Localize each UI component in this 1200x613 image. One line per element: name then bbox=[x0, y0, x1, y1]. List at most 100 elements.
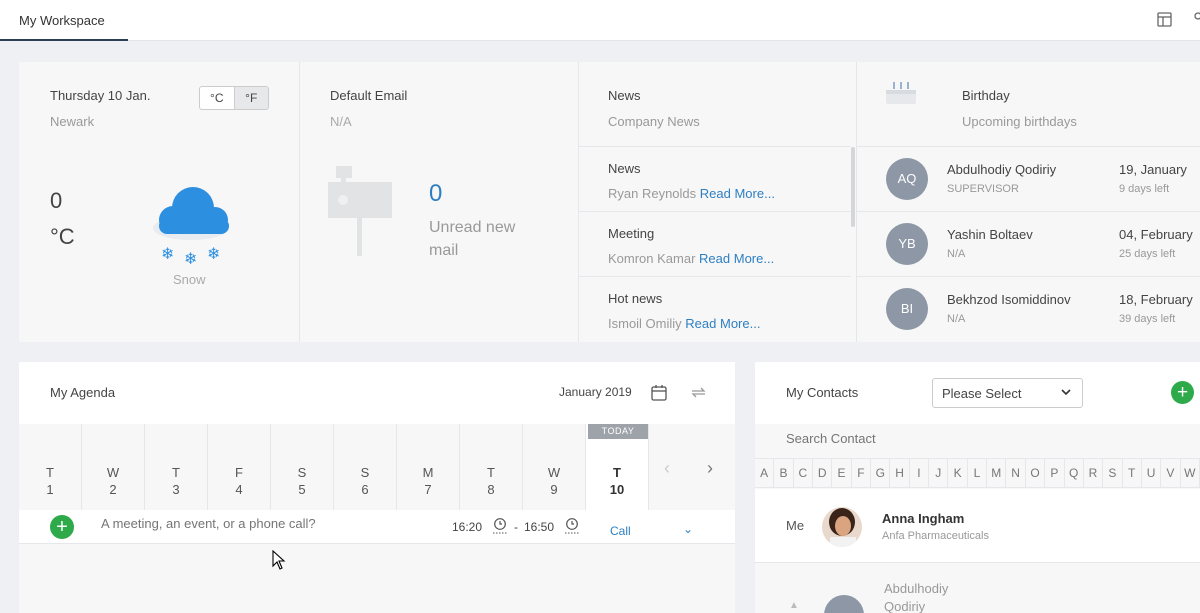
select-value: Please Select bbox=[942, 386, 1022, 401]
day-cell[interactable]: W2 bbox=[82, 424, 145, 510]
email-address: N/A bbox=[330, 114, 352, 129]
contacts-widget: My Contacts Please Select + A B C D E F … bbox=[755, 362, 1200, 613]
birthday-row[interactable]: AQ Abdulhodiy Qodiriy SUPERVISOR 19, Jan… bbox=[857, 146, 1200, 211]
agenda-month: January 2019 bbox=[559, 385, 632, 399]
agenda-widget: My Agenda January 2019 T1 W2 T3 F4 S5 S6… bbox=[19, 362, 735, 613]
read-more-link[interactable]: Read More... bbox=[685, 316, 760, 331]
contact-row-me[interactable]: Me Anna Ingham Anfa Pharmaceuticals bbox=[755, 489, 1200, 563]
letter-filter[interactable]: G bbox=[871, 459, 891, 487]
fahrenheit-button[interactable]: °F bbox=[233, 87, 268, 109]
news-item: News Ryan Reynolds Read More... bbox=[579, 146, 851, 211]
letter-filter[interactable]: M bbox=[987, 459, 1007, 487]
letter-filter[interactable]: R bbox=[1084, 459, 1104, 487]
end-time[interactable]: 16:50 bbox=[524, 520, 554, 534]
letter-filter[interactable]: C bbox=[794, 459, 814, 487]
days-left: 39 days left bbox=[1119, 313, 1176, 325]
letter-filter[interactable]: P bbox=[1045, 459, 1065, 487]
letter-filter[interactable]: K bbox=[948, 459, 968, 487]
day-cell[interactable]: W9 bbox=[523, 424, 586, 510]
contact-row[interactable]: ▲ Abdulhodiy Qodiriy bbox=[755, 564, 1200, 613]
contact-name: Anna Ingham bbox=[882, 511, 965, 526]
weather-condition: Snow bbox=[173, 272, 206, 287]
day-cell[interactable]: T3 bbox=[145, 424, 208, 510]
unread-mail-count[interactable]: 0 bbox=[429, 180, 442, 208]
contacts-header: My Contacts Please Select + bbox=[755, 362, 1200, 424]
letter-filter[interactable]: E bbox=[832, 459, 852, 487]
person-role: SUPERVISOR bbox=[947, 183, 1019, 195]
birthday-widget: Birthday Upcoming birthdays AQ Abdulhodi… bbox=[857, 62, 1200, 342]
day-cell[interactable]: T1 bbox=[19, 424, 82, 510]
day-cell[interactable]: S6 bbox=[334, 424, 397, 510]
refresh-icon[interactable] bbox=[690, 385, 707, 403]
day-cell[interactable]: F4 bbox=[208, 424, 271, 510]
tab-my-workspace[interactable]: My Workspace bbox=[0, 0, 128, 41]
letter-filter[interactable]: V bbox=[1161, 459, 1181, 487]
news-subtitle: Company News bbox=[608, 114, 700, 129]
start-time[interactable]: 16:20 bbox=[452, 520, 482, 534]
contacts-title: My Contacts bbox=[786, 385, 859, 400]
news-title: News bbox=[608, 88, 641, 103]
day-cell[interactable]: S5 bbox=[271, 424, 334, 510]
svg-text:❄: ❄ bbox=[161, 244, 174, 263]
quick-add-row: + 16:20 - 16:50 Call ⌄ bbox=[19, 510, 735, 544]
calendar-icon[interactable] bbox=[651, 384, 667, 404]
person-name: Yashin Boltaev bbox=[947, 227, 1033, 242]
day-cell[interactable]: T8 bbox=[460, 424, 523, 510]
letter-filter[interactable]: H bbox=[890, 459, 910, 487]
letter-filter[interactable]: W bbox=[1181, 459, 1200, 487]
birthday-cake-icon bbox=[885, 78, 917, 106]
letter-filter[interactable]: T bbox=[1123, 459, 1142, 487]
letter-filter[interactable]: A bbox=[755, 459, 775, 487]
alphabet-filter: A B C D E F G H I J K L M N O P Q R S T … bbox=[755, 458, 1200, 488]
news-item: Meeting Komron Kamar Read More... bbox=[579, 211, 851, 276]
news-scrollbar[interactable] bbox=[851, 147, 855, 227]
birthday-row[interactable]: YB Yashin Boltaev N/A 04, February 25 da… bbox=[857, 211, 1200, 276]
news-author: Ismoil Omiliy bbox=[608, 316, 682, 331]
event-input[interactable] bbox=[101, 516, 421, 531]
celsius-button[interactable]: °C bbox=[200, 87, 234, 109]
chevron-right-icon[interactable]: › bbox=[707, 458, 713, 479]
contact-group-select[interactable]: Please Select bbox=[932, 378, 1083, 408]
read-more-link[interactable]: Read More... bbox=[699, 251, 774, 266]
letter-filter[interactable]: S bbox=[1103, 459, 1123, 487]
user-icon[interactable] bbox=[1194, 12, 1200, 30]
avatar: YB bbox=[886, 223, 928, 265]
read-more-link[interactable]: Read More... bbox=[700, 186, 775, 201]
mouse-cursor-icon bbox=[272, 549, 286, 574]
letter-filter[interactable]: U bbox=[1142, 459, 1162, 487]
letter-filter[interactable]: D bbox=[813, 459, 833, 487]
person-role: N/A bbox=[947, 313, 966, 325]
birthday-date: 19, January bbox=[1119, 162, 1187, 177]
event-type-select[interactable]: Call bbox=[610, 524, 631, 538]
time-separator: - bbox=[514, 520, 518, 534]
search-contact-input[interactable] bbox=[786, 431, 1086, 446]
letter-filter[interactable]: I bbox=[910, 459, 930, 487]
agenda-header: My Agenda January 2019 bbox=[19, 362, 735, 424]
day-cell[interactable]: M7 bbox=[397, 424, 460, 510]
weather-city: Newark bbox=[50, 114, 95, 129]
letter-filter[interactable]: Q bbox=[1065, 459, 1084, 487]
email-title: Default Email bbox=[330, 88, 408, 103]
letter-filter[interactable]: B bbox=[774, 459, 794, 487]
letter-filter[interactable]: L bbox=[968, 459, 988, 487]
clock-icon[interactable] bbox=[565, 518, 579, 537]
birthday-date: 18, February bbox=[1119, 292, 1193, 307]
add-event-button[interactable]: + bbox=[50, 515, 74, 539]
contact-company: Anfa Pharmaceuticals bbox=[882, 530, 989, 542]
clock-icon[interactable] bbox=[493, 518, 507, 537]
chevron-down-icon[interactable]: ⌄ bbox=[683, 522, 693, 536]
chevron-left-icon[interactable]: ‹ bbox=[664, 458, 670, 479]
layout-icon[interactable] bbox=[1157, 12, 1172, 30]
letter-filter[interactable]: F bbox=[852, 459, 872, 487]
caret-up-icon: ▲ bbox=[789, 600, 799, 611]
letter-filter[interactable]: N bbox=[1006, 459, 1026, 487]
add-contact-button[interactable]: + bbox=[1171, 381, 1194, 404]
avatar: AQ bbox=[886, 158, 928, 200]
letter-filter[interactable]: O bbox=[1026, 459, 1046, 487]
birthday-row[interactable]: BI Bekhzod Isomiddinov N/A 18, February … bbox=[857, 276, 1200, 341]
news-heading: Hot news bbox=[608, 291, 663, 306]
person-name: Abdulhodiy Qodiriy bbox=[947, 162, 1057, 177]
letter-filter[interactable]: J bbox=[929, 459, 949, 487]
email-widget: Default Email N/A 0 Unread new mail bbox=[300, 62, 578, 342]
avatar: BI bbox=[886, 288, 928, 330]
